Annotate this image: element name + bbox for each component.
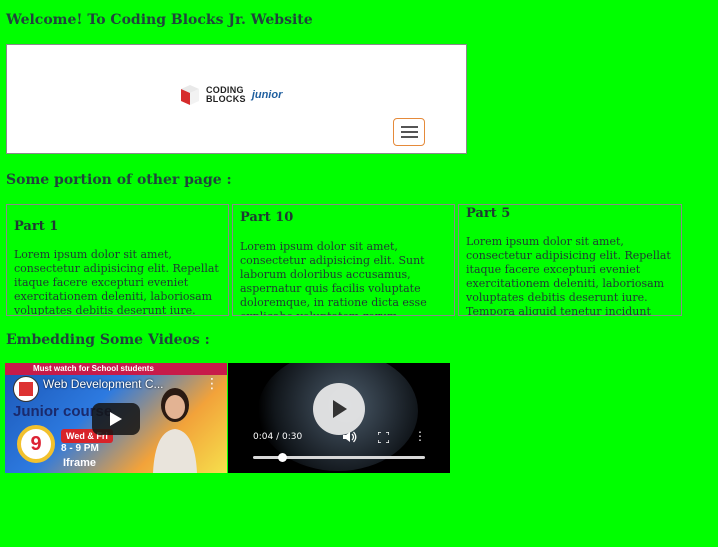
- video-progress-slider[interactable]: [253, 453, 425, 462]
- thumbnail-footer-label: Iframe: [63, 457, 97, 469]
- part-title: Part 5: [466, 206, 511, 221]
- part-body: Lorem ipsum dolor sit amet, consectetur …: [240, 240, 427, 315]
- volume-icon[interactable]: [343, 431, 357, 443]
- more-options-icon[interactable]: ⋮: [205, 377, 219, 391]
- fullscreen-icon[interactable]: [378, 432, 389, 443]
- video-play-button[interactable]: [313, 383, 365, 435]
- welcome-heading: Welcome! To Coding Blocks Jr. Website: [6, 12, 313, 28]
- youtube-video-embed[interactable]: Must watch for School students Web Devel…: [5, 363, 227, 473]
- part-box-10[interactable]: Part 10 Lorem ipsum dolor sit amet, cons…: [232, 204, 455, 316]
- hamburger-menu-button[interactable]: [393, 118, 425, 146]
- thumbnail-banner: Must watch for School students: [5, 363, 227, 375]
- coding-blocks-junior-logo[interactable]: CODING BLOCKS junior: [178, 82, 282, 108]
- channel-avatar[interactable]: [13, 376, 39, 402]
- logo-wordmark: CODING BLOCKS: [206, 86, 246, 104]
- html5-video-player[interactable]: 0:04 / 0:30 ⋮: [228, 363, 450, 473]
- videos-heading: Embedding Some Videos :: [6, 332, 210, 348]
- part-box-5[interactable]: Part 5 Lorem ipsum dolor sit amet, conse…: [458, 204, 682, 316]
- channel-logo-icon: [19, 382, 33, 396]
- logo-cube-icon: [181, 85, 199, 105]
- hamburger-line: [400, 136, 418, 138]
- part-body: Lorem ipsum dolor sit amet, consectetur …: [466, 235, 671, 316]
- part-body: Lorem ipsum dolor sit amet, consectetur …: [14, 248, 219, 316]
- thumbnail-date: 9: [17, 425, 55, 463]
- part-title: Part 10: [240, 210, 294, 225]
- hamburger-line: [400, 131, 418, 133]
- progress-knob[interactable]: [278, 453, 288, 462]
- video-time-display: 0:04 / 0:30: [253, 432, 303, 442]
- youtube-play-button[interactable]: [92, 403, 140, 435]
- play-icon: [110, 412, 122, 426]
- play-icon: [333, 400, 347, 418]
- player-more-options-icon[interactable]: ⋮: [414, 430, 426, 442]
- portion-heading: Some portion of other page :: [6, 172, 232, 188]
- part-title: Part 1: [14, 219, 59, 234]
- logo-line-blocks: BLOCKS: [206, 94, 246, 104]
- presenter-image: [153, 388, 197, 473]
- logo-junior: junior: [251, 89, 283, 101]
- embedded-site-frame: CODING BLOCKS junior: [6, 44, 467, 154]
- thumbnail-time: 8 - 9 PM: [61, 443, 99, 454]
- hamburger-line: [400, 126, 418, 128]
- part-box-1[interactable]: Part 1 Lorem ipsum dolor sit amet, conse…: [6, 204, 229, 316]
